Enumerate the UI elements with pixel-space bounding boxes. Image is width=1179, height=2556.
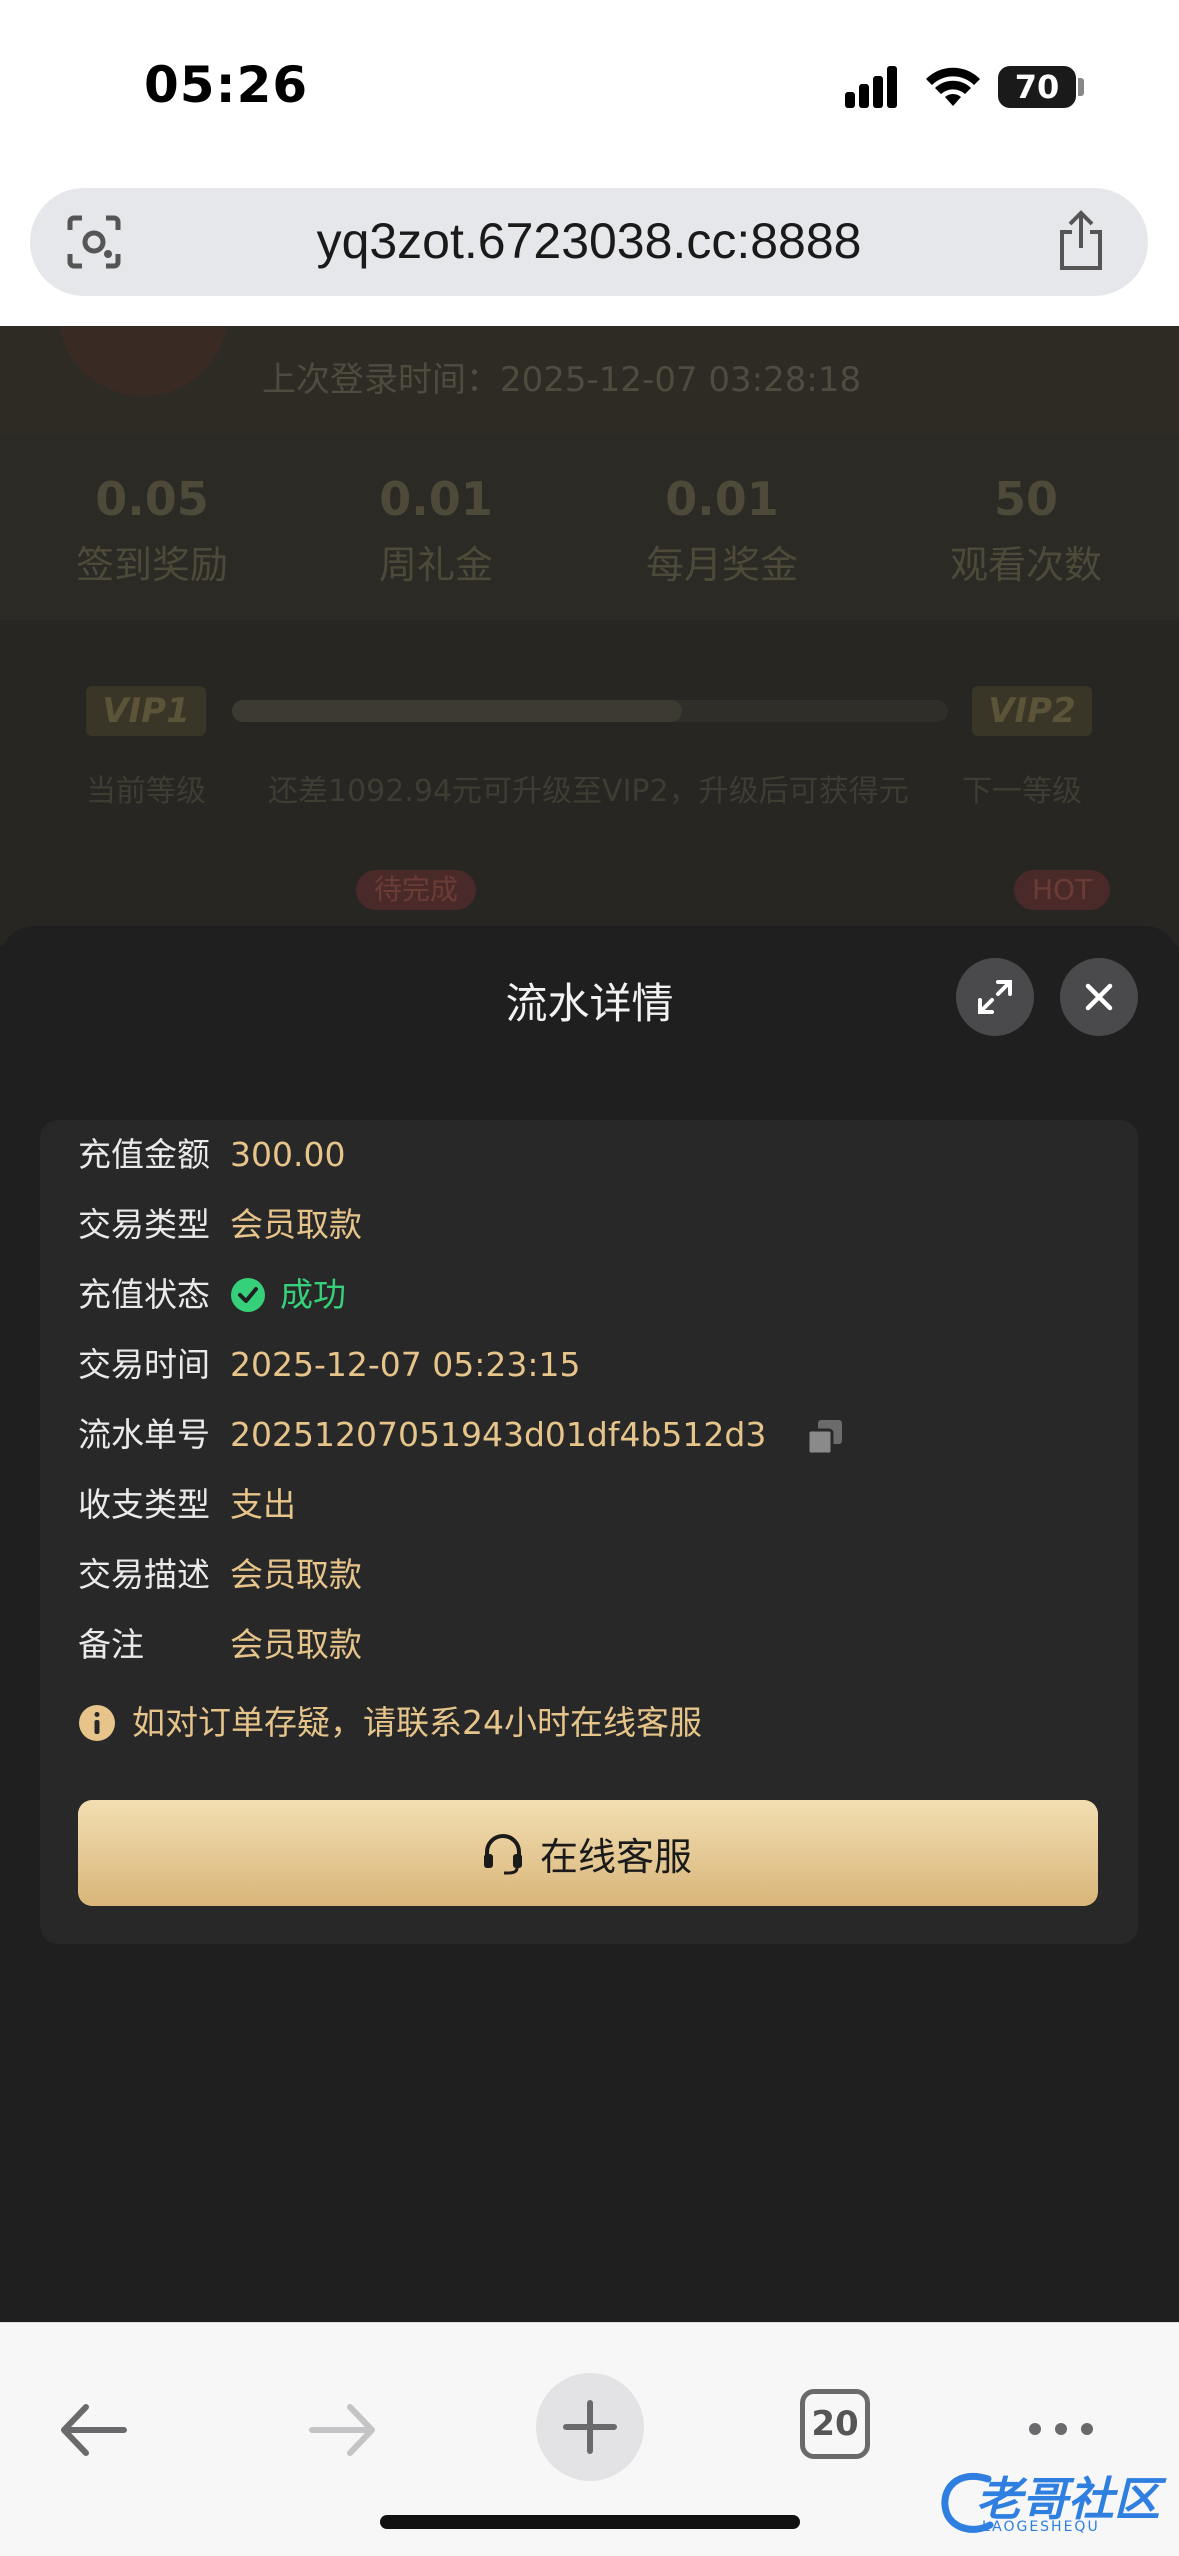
- bg-profile-header: 上次登录时间：2025-12-07 03:28:18: [0, 326, 1179, 436]
- detail-row-amount: 充值金额 300.00: [78, 1130, 1118, 1180]
- back-arrow-icon[interactable]: [40, 2375, 150, 2485]
- detail-key: 充值金额: [78, 1135, 210, 1174]
- bg-current-level: 当前等级: [86, 774, 206, 809]
- avatar: [58, 326, 228, 396]
- browser-toolbar: 20 老哥社区 LAOGESHEQU: [0, 2322, 1179, 2556]
- wifi-icon: [926, 67, 980, 106]
- bg-badge-hot: HOT: [1014, 870, 1111, 910]
- headset-icon: [484, 1834, 522, 1875]
- close-icon: [1085, 983, 1113, 1011]
- bg-stat: 0.01 周礼金: [378, 472, 493, 587]
- detail-key: 收支类型: [78, 1485, 210, 1524]
- success-check-icon: [231, 1278, 265, 1312]
- bg-stat: 0.05 签到奖励: [75, 472, 228, 587]
- watermark-logo: 老哥社区 LAOGESHEQU: [938, 2461, 1168, 2551]
- plus-icon: [563, 2400, 617, 2454]
- browser-top-chrome: 05:26 70 yq3zot.6723038.cc:8888: [0, 0, 1179, 326]
- detail-value: 300.00: [230, 1135, 346, 1174]
- detail-row-status: 充值状态 成功: [78, 1270, 1118, 1320]
- transaction-detail-sheet: 流水详情 充值金额 300.00 交易类型 会员取款 充值状态 成功 交易时间: [0, 926, 1179, 2326]
- detail-row-flow: 收支类型 支出: [78, 1480, 1118, 1530]
- share-icon[interactable]: [1054, 210, 1108, 272]
- online-service-button[interactable]: 在线客服: [78, 1800, 1098, 1906]
- battery-tip: [1078, 78, 1084, 96]
- background-page: 上次登录时间：2025-12-07 03:28:18 0.05 签到奖励 0.01…: [0, 326, 1179, 946]
- detail-key: 充值状态: [78, 1275, 210, 1314]
- copy-icon[interactable]: [806, 1418, 844, 1456]
- close-button[interactable]: [1060, 958, 1138, 1036]
- info-icon: [79, 1705, 115, 1741]
- bg-last-login: 上次登录时间：2025-12-07 03:28:18: [262, 360, 862, 400]
- detail-key: 备注: [78, 1625, 144, 1664]
- expand-icon: [978, 980, 1012, 1014]
- detail-row-remark: 备注 会员取款: [78, 1620, 1118, 1670]
- bg-stat: 50 观看次数: [949, 472, 1102, 587]
- detail-row-desc: 交易描述 会员取款: [78, 1550, 1118, 1600]
- address-bar[interactable]: yq3zot.6723038.cc:8888: [30, 188, 1148, 296]
- detail-value: 会员取款: [230, 1625, 362, 1664]
- detail-value: 2025-12-07 05:23:15: [230, 1345, 581, 1384]
- watermark-subtext: LAOGESHEQU: [982, 2519, 1100, 2535]
- bg-upgrade-hint: 还差1092.94元可升级至VIP2，升级后可获得元: [268, 774, 909, 809]
- forward-arrow-icon[interactable]: [286, 2375, 396, 2485]
- detail-key: 流水单号: [78, 1415, 210, 1454]
- notice-text: 如对订单存疑，请联系24小时在线客服: [132, 1703, 702, 1742]
- bg-stats-row: 0.05 签到奖励 0.01 周礼金 0.01 每月奖金 50 观看次数: [0, 436, 1179, 620]
- detail-row-serial: 流水单号 20251207051943d01df4b512d3: [78, 1410, 1118, 1460]
- status-value: 成功: [280, 1275, 346, 1314]
- tabs-button[interactable]: 20: [800, 2389, 870, 2459]
- detail-value: 会员取款: [230, 1205, 362, 1244]
- bg-badge-pending: 待完成: [356, 870, 477, 910]
- detail-row-type: 交易类型 会员取款: [78, 1200, 1118, 1250]
- online-service-label[interactable]: 在线客服: [540, 1826, 692, 1881]
- detail-row-time: 交易时间 2025-12-07 05:23:15: [78, 1340, 1118, 1390]
- new-tab-button[interactable]: [536, 2373, 644, 2481]
- expand-button[interactable]: [956, 958, 1034, 1036]
- home-indicator: [380, 2515, 800, 2529]
- detail-value: 支出: [230, 1485, 296, 1524]
- detail-key: 交易类型: [78, 1205, 210, 1244]
- bg-next-level: 下一等级: [962, 774, 1082, 809]
- battery-indicator: 70: [998, 66, 1076, 108]
- url-text[interactable]: yq3zot.6723038.cc:8888: [30, 212, 1148, 270]
- bg-vip-current: VIP1: [86, 686, 206, 736]
- bg-vip-next: VIP2: [972, 686, 1092, 736]
- detail-value: 会员取款: [230, 1555, 362, 1594]
- detail-key: 交易描述: [78, 1555, 210, 1594]
- cellular-signal-icon: [845, 66, 905, 108]
- bg-vip-progress: [232, 700, 948, 722]
- bg-stat: 0.01 每月奖金: [645, 472, 798, 587]
- detail-card: 充值金额 300.00 交易类型 会员取款 充值状态 成功 交易时间 2025-…: [40, 1120, 1138, 1944]
- detail-value: 20251207051943d01df4b512d3: [230, 1415, 767, 1454]
- status-time: 05:26: [144, 56, 309, 114]
- detail-key: 交易时间: [78, 1345, 210, 1384]
- dispute-notice: 如对订单存疑，请联系24小时在线客服: [78, 1698, 1098, 1748]
